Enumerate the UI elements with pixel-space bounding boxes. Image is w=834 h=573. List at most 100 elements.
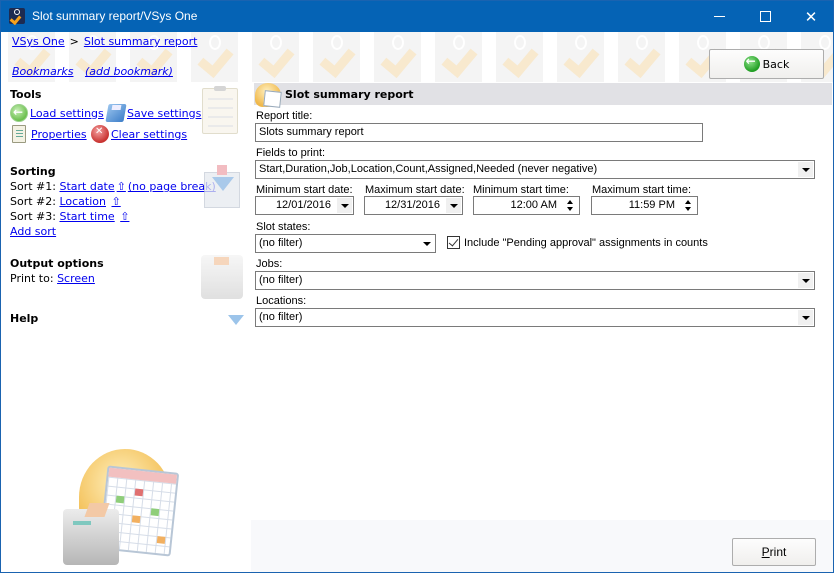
report-title-label: Report title: (256, 110, 313, 122)
add-bookmark-link[interactable]: (add bookmark) (85, 65, 173, 78)
include-pending-label: Include "Pending approval" assignments i… (464, 236, 708, 249)
minimize-button[interactable] (696, 1, 742, 32)
sort-direction-icon[interactable]: ⇧ (120, 210, 129, 223)
close-button[interactable]: ✕ (788, 1, 834, 32)
watermark-logo-icon (496, 34, 544, 80)
spinner-icon[interactable] (565, 198, 577, 213)
printer-illustration-icon (201, 255, 243, 299)
load-settings-label[interactable]: Load settings (30, 107, 104, 120)
min-start-date-picker[interactable]: 12/01/2016 (255, 196, 354, 215)
title-bar: Slot summary report/VSys One ✕ (1, 1, 833, 32)
print-accelerator: P (761, 545, 770, 559)
watermark-logo-icon (374, 34, 422, 80)
sort-prefix: Sort #3: (10, 210, 56, 223)
sort-field-link[interactable]: Location (59, 195, 106, 208)
section-header: Slot summary report (254, 83, 832, 107)
add-sort-row: Add sort (10, 225, 56, 238)
jobs-select[interactable]: (no filter) (255, 271, 815, 290)
report-title-input[interactable]: Slots summary report (255, 123, 703, 142)
calendar-cell (115, 495, 125, 504)
sort-field-link[interactable]: Start date (59, 180, 114, 193)
minimize-icon (713, 16, 725, 17)
locations-label: Locations: (256, 295, 307, 307)
slot-states-select[interactable]: (no filter) (255, 234, 436, 253)
sort-row-3: Sort #3: Start time ⇧ (10, 210, 131, 223)
maximize-button[interactable] (742, 1, 788, 32)
chevron-down-icon[interactable] (798, 162, 813, 177)
sort-prefix: Sort #1: (10, 180, 56, 193)
min-start-date-label: Minimum start date: (256, 184, 353, 196)
clear-icon (91, 125, 109, 143)
min-start-time-input[interactable]: 12:00 AM (473, 196, 580, 215)
save-settings-label[interactable]: Save settings (127, 107, 201, 120)
bookmarks-bar: Bookmarks (add bookmark) (12, 65, 173, 78)
add-sort-link[interactable]: Add sort (10, 225, 56, 238)
watermark-logo-icon (618, 34, 666, 80)
breadcrumb-separator: > (69, 35, 79, 48)
report-icon (255, 83, 281, 107)
sort-field-link[interactable]: Start time (59, 210, 114, 223)
print-to-row: Print to: Screen (10, 272, 95, 285)
locations-value: (no filter) (259, 311, 303, 323)
min-start-date-value: 12/01/2016 (275, 199, 331, 211)
section-title: Slot summary report (285, 88, 414, 101)
bookmarks-link[interactable]: Bookmarks (12, 65, 73, 78)
clear-settings-link[interactable]: Clear settings (91, 125, 187, 143)
footer-bar: Print (251, 520, 833, 572)
window-title: Slot summary report/VSys One (32, 9, 198, 23)
watermark-logo-icon (252, 34, 300, 80)
calendar-cell (150, 508, 160, 517)
sort-direction-icon[interactable]: ⇧ (117, 180, 126, 193)
fields-to-print-select[interactable]: Start,Duration,Job,Location,Count,Assign… (255, 160, 815, 179)
chevron-down-icon[interactable] (798, 273, 813, 288)
checkbox-checked-icon[interactable] (447, 236, 460, 249)
maximize-icon (759, 11, 771, 22)
calendar-cell (134, 488, 144, 497)
max-start-time-label: Maximum start time: (592, 184, 692, 196)
print-to-link[interactable]: Screen (57, 272, 95, 285)
tools-heading: Tools (10, 88, 42, 101)
clear-settings-label[interactable]: Clear settings (111, 128, 187, 141)
print-label: rint (769, 545, 787, 559)
locations-select[interactable]: (no filter) (255, 308, 815, 327)
output-options-heading: Output options (10, 257, 104, 270)
back-button[interactable]: Back (709, 49, 824, 79)
calendar-cell (156, 536, 166, 544)
report-illustration (61, 449, 191, 572)
max-start-time-input[interactable]: 11:59 PM (591, 196, 698, 215)
max-start-date-picker[interactable]: 12/31/2016 (364, 196, 463, 215)
watermark-logo-icon (557, 34, 605, 80)
sort-prefix: Sort #2: (10, 195, 56, 208)
save-settings-link[interactable]: Save settings (105, 104, 201, 122)
chevron-down-icon[interactable] (798, 310, 813, 325)
max-start-time-value: 11:59 PM (628, 199, 675, 211)
sort-direction-icon[interactable]: ⇧ (112, 195, 121, 208)
load-icon (10, 104, 28, 122)
watermark-logo-icon (435, 34, 483, 80)
help-heading[interactable]: Help (10, 312, 38, 325)
load-settings-link[interactable]: Load settings (10, 104, 104, 122)
print-button[interactable]: Print (732, 538, 816, 566)
chevron-down-icon[interactable] (337, 198, 352, 213)
clipboard-illustration-icon (202, 86, 238, 134)
printer-icon (63, 509, 119, 565)
jobs-value: (no filter) (259, 274, 303, 286)
app-window: Slot summary report/VSys One ✕ VSys One >… (0, 0, 834, 573)
properties-link[interactable]: Properties (12, 125, 87, 143)
chevron-down-icon[interactable] (419, 236, 434, 251)
report-form: Slot summary report Report title: Slots … (251, 82, 833, 572)
fields-to-print-label: Fields to print: (256, 147, 326, 159)
properties-icon (12, 125, 26, 143)
back-button-label: Back (762, 57, 790, 71)
chevron-down-icon[interactable] (446, 198, 461, 213)
spinner-icon[interactable] (683, 198, 695, 213)
page-break-link[interactable]: (no page break) (128, 180, 216, 193)
jobs-label: Jobs: (256, 258, 283, 270)
sort-row-1: Sort #1: Start date ⇧ (no page break) (10, 180, 216, 193)
breadcrumb-current-link[interactable]: Slot summary report (84, 35, 198, 48)
calendar-cell (131, 515, 141, 524)
include-pending-checkbox[interactable]: Include "Pending approval" assignments i… (447, 236, 708, 249)
breadcrumb-home-link[interactable]: VSys One (12, 35, 65, 48)
properties-label[interactable]: Properties (31, 128, 87, 141)
help-expand-icon[interactable] (228, 315, 244, 325)
